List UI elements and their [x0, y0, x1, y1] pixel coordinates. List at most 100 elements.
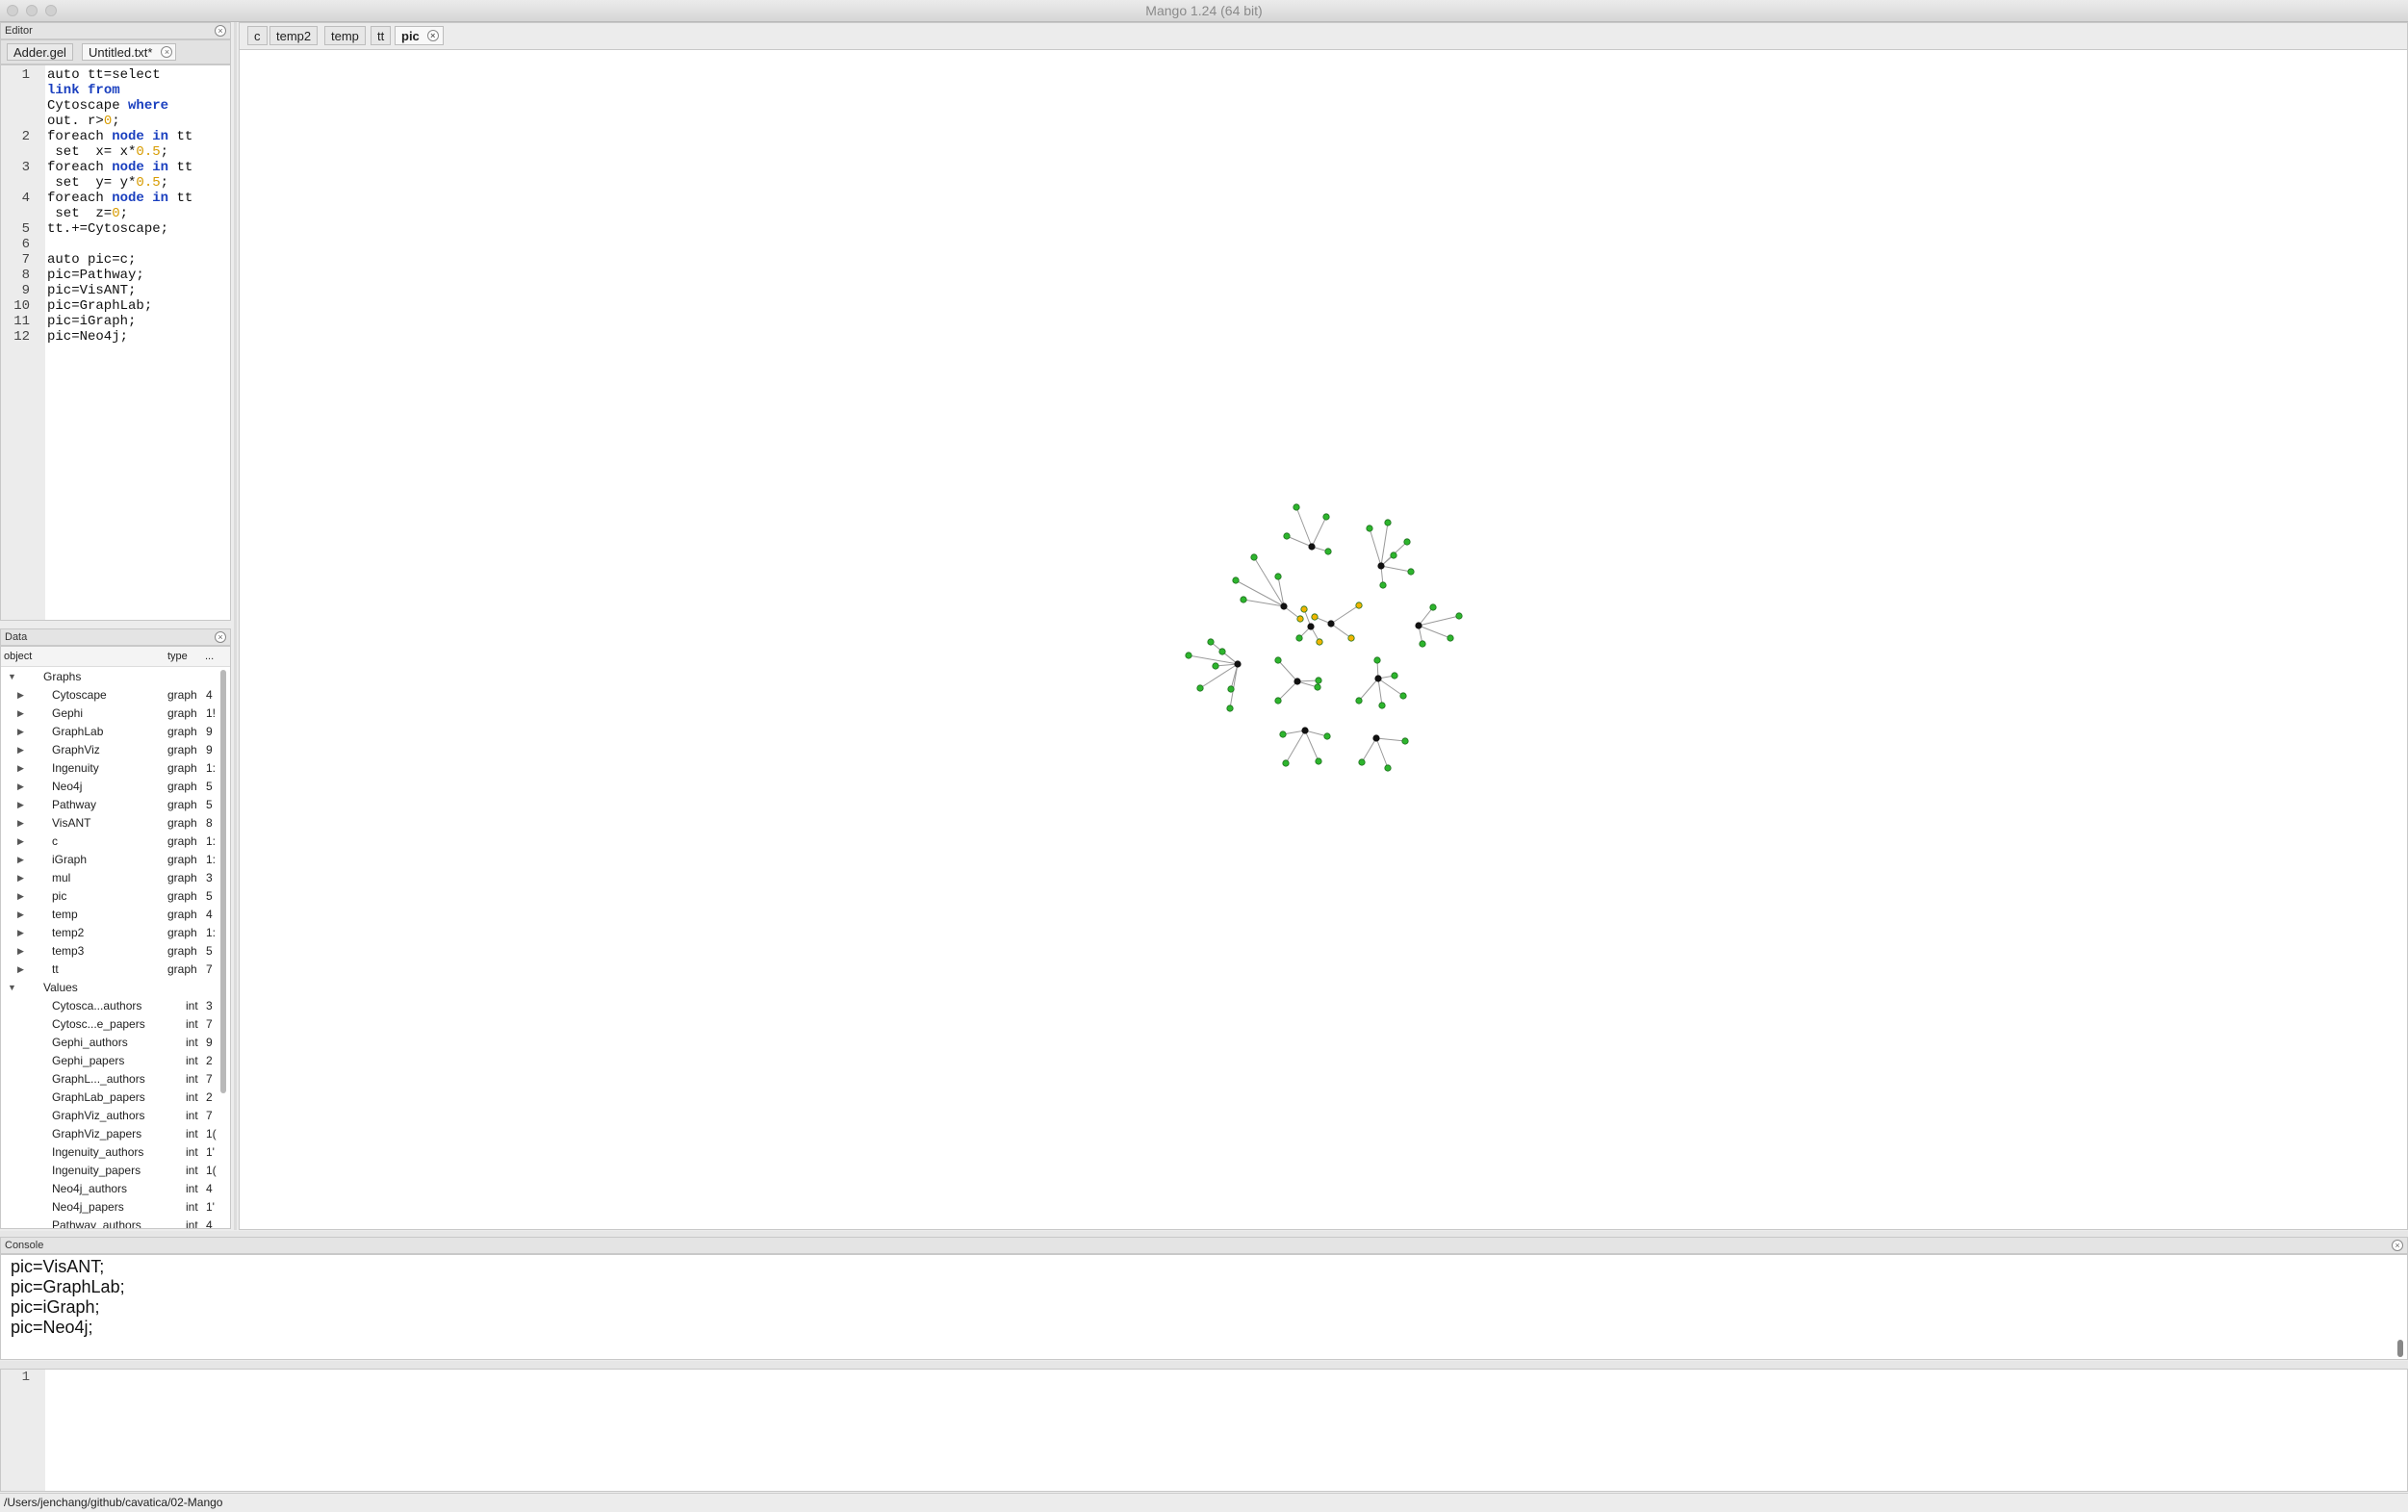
tree-row-graph[interactable]: ▶ temp2 graph 1:: [1, 924, 224, 942]
graph-tab-pic[interactable]: pic ×: [395, 26, 444, 45]
graph-leaf-node[interactable]: [1401, 737, 1409, 745]
graph-leaf-node[interactable]: [1429, 603, 1437, 611]
tree-row-value[interactable]: Gephi_papers int 2: [1, 1052, 224, 1070]
tree-row-graph[interactable]: ▶ iGraph graph 1:: [1, 851, 224, 869]
code-editor[interactable]: 1 auto tt=select link from Cytoscape where o…: [0, 64, 231, 621]
graph-leaf-node[interactable]: [1323, 732, 1331, 740]
graph-hub-node[interactable]: [1327, 620, 1335, 628]
console-input[interactable]: 1: [0, 1369, 2408, 1492]
graph-leaf-node[interactable]: [1250, 553, 1258, 561]
graph-hub-node[interactable]: [1377, 562, 1385, 570]
graph-leaf-node[interactable]: [1407, 568, 1415, 576]
close-console-icon[interactable]: ×: [2392, 1240, 2403, 1251]
graph-leaf-node[interactable]: [1447, 634, 1454, 642]
editor-tab-untitled[interactable]: Untitled.txt* ×: [82, 43, 177, 61]
close-tab-icon[interactable]: ×: [426, 30, 439, 41]
graph-leaf-node[interactable]: [1274, 656, 1282, 664]
graph-leaf-node[interactable]: [1232, 577, 1240, 584]
graph-leaf-node[interactable]: [1296, 615, 1304, 623]
graph-tab-temp[interactable]: temp: [324, 26, 366, 45]
graph-leaf-node[interactable]: [1322, 513, 1330, 521]
graph-leaf-node[interactable]: [1274, 573, 1282, 580]
graph-hub-node[interactable]: [1374, 675, 1382, 682]
graph-leaf-node[interactable]: [1240, 596, 1247, 603]
tree-row-value[interactable]: Cytosca...authors int 3: [1, 997, 224, 1015]
graph-leaf-node[interactable]: [1293, 503, 1300, 511]
graph-leaf-node[interactable]: [1390, 551, 1397, 559]
graph-leaf-node[interactable]: [1391, 672, 1398, 679]
network-graph[interactable]: [1174, 496, 1482, 784]
graph-leaf-node[interactable]: [1315, 677, 1322, 684]
tree-row-graph[interactable]: ▶ Neo4j graph 5: [1, 778, 224, 796]
column-extra[interactable]: ...: [205, 647, 214, 666]
tree-row-graph[interactable]: ▶ Cytoscape graph 4: [1, 686, 224, 705]
graph-hub-node[interactable]: [1234, 660, 1242, 668]
graph-tab-tt[interactable]: tt: [371, 26, 392, 45]
tree-row-graph[interactable]: ▶ mul graph 3: [1, 869, 224, 887]
graph-leaf-node[interactable]: [1419, 640, 1426, 648]
graph-hub-node[interactable]: [1372, 734, 1380, 742]
graph-leaf-node[interactable]: [1274, 697, 1282, 705]
graph-leaf-node[interactable]: [1314, 683, 1321, 691]
graph-leaf-node[interactable]: [1282, 759, 1290, 767]
tree-row-value[interactable]: GraphL..._authors int 7: [1, 1070, 224, 1089]
editor-tab-adder[interactable]: Adder.gel: [7, 43, 73, 61]
graph-hub-node[interactable]: [1294, 678, 1301, 685]
tree-row-graph[interactable]: ▶ VisANT graph 8: [1, 814, 224, 833]
tree-row-value[interactable]: GraphLab_papers int 2: [1, 1089, 224, 1107]
graph-leaf-node[interactable]: [1185, 652, 1192, 659]
vertical-splitter[interactable]: [234, 22, 237, 1230]
tree-row-value[interactable]: Cytosc...e_papers int 7: [1, 1015, 224, 1034]
graph-leaf-node[interactable]: [1311, 613, 1319, 621]
graph-leaf-node[interactable]: [1300, 605, 1308, 613]
graph-leaf-node[interactable]: [1227, 685, 1235, 693]
console-scrollbar[interactable]: [2397, 1340, 2403, 1357]
tree-row-graph[interactable]: ▶ GraphViz graph 9: [1, 741, 224, 759]
graph-hub-node[interactable]: [1415, 622, 1422, 629]
graph-hub-node[interactable]: [1280, 602, 1288, 610]
close-tab-icon[interactable]: ×: [161, 46, 173, 58]
graph-leaf-node[interactable]: [1347, 634, 1355, 642]
tree-row-graph[interactable]: ▶ Ingenuity graph 1:: [1, 759, 224, 778]
graph-leaf-node[interactable]: [1316, 638, 1323, 646]
graph-hub-node[interactable]: [1308, 543, 1316, 551]
graph-leaf-node[interactable]: [1315, 757, 1322, 765]
graph-leaf-node[interactable]: [1358, 758, 1366, 766]
graph-hub-node[interactable]: [1301, 727, 1309, 734]
graph-leaf-node[interactable]: [1295, 634, 1303, 642]
tree-row-value[interactable]: Ingenuity_authors int 1': [1, 1143, 224, 1162]
graph-leaf-node[interactable]: [1399, 692, 1407, 700]
graph-leaf-node[interactable]: [1366, 525, 1373, 532]
tree-row-value[interactable]: Ingenuity_papers int 1(: [1, 1162, 224, 1180]
console-input-splitter[interactable]: [0, 1361, 2408, 1369]
graph-leaf-node[interactable]: [1373, 656, 1381, 664]
tree-group-graphs[interactable]: ▼ Graphs: [1, 668, 224, 686]
graph-leaf-node[interactable]: [1196, 684, 1204, 692]
tree-row-graph[interactable]: ▶ temp graph 4: [1, 906, 224, 924]
graph-leaf-node[interactable]: [1226, 705, 1234, 712]
graph-leaf-node[interactable]: [1355, 602, 1363, 609]
close-editor-icon[interactable]: ×: [215, 25, 226, 37]
graph-leaf-node[interactable]: [1379, 581, 1387, 589]
column-object[interactable]: object: [4, 647, 32, 666]
graph-leaf-node[interactable]: [1218, 648, 1226, 655]
tree-row-graph[interactable]: ▶ GraphLab graph 9: [1, 723, 224, 741]
graph-tab-c[interactable]: c: [247, 26, 268, 45]
tree-row-graph[interactable]: ▶ Gephi graph 1!: [1, 705, 224, 723]
graph-leaf-node[interactable]: [1279, 730, 1287, 738]
graph-leaf-node[interactable]: [1355, 697, 1363, 705]
column-type[interactable]: type: [167, 647, 188, 666]
graph-leaf-node[interactable]: [1212, 662, 1219, 670]
graph-leaf-node[interactable]: [1384, 519, 1392, 526]
graph-leaf-node[interactable]: [1207, 638, 1215, 646]
graph-tab-temp2[interactable]: temp2: [269, 26, 319, 45]
data-scrollbar[interactable]: [220, 670, 226, 1093]
tree-row-value[interactable]: GraphViz_papers int 1(: [1, 1125, 224, 1143]
graph-leaf-node[interactable]: [1324, 548, 1332, 555]
tree-row-graph[interactable]: ▶ c graph 1:: [1, 833, 224, 851]
tree-row-graph[interactable]: ▶ tt graph 7: [1, 961, 224, 979]
tree-row-value[interactable]: Gephi_authors int 9: [1, 1034, 224, 1052]
tree-row-value[interactable]: GraphViz_authors int 7: [1, 1107, 224, 1125]
graph-leaf-node[interactable]: [1455, 612, 1463, 620]
tree-row-graph[interactable]: ▶ Pathway graph 5: [1, 796, 224, 814]
